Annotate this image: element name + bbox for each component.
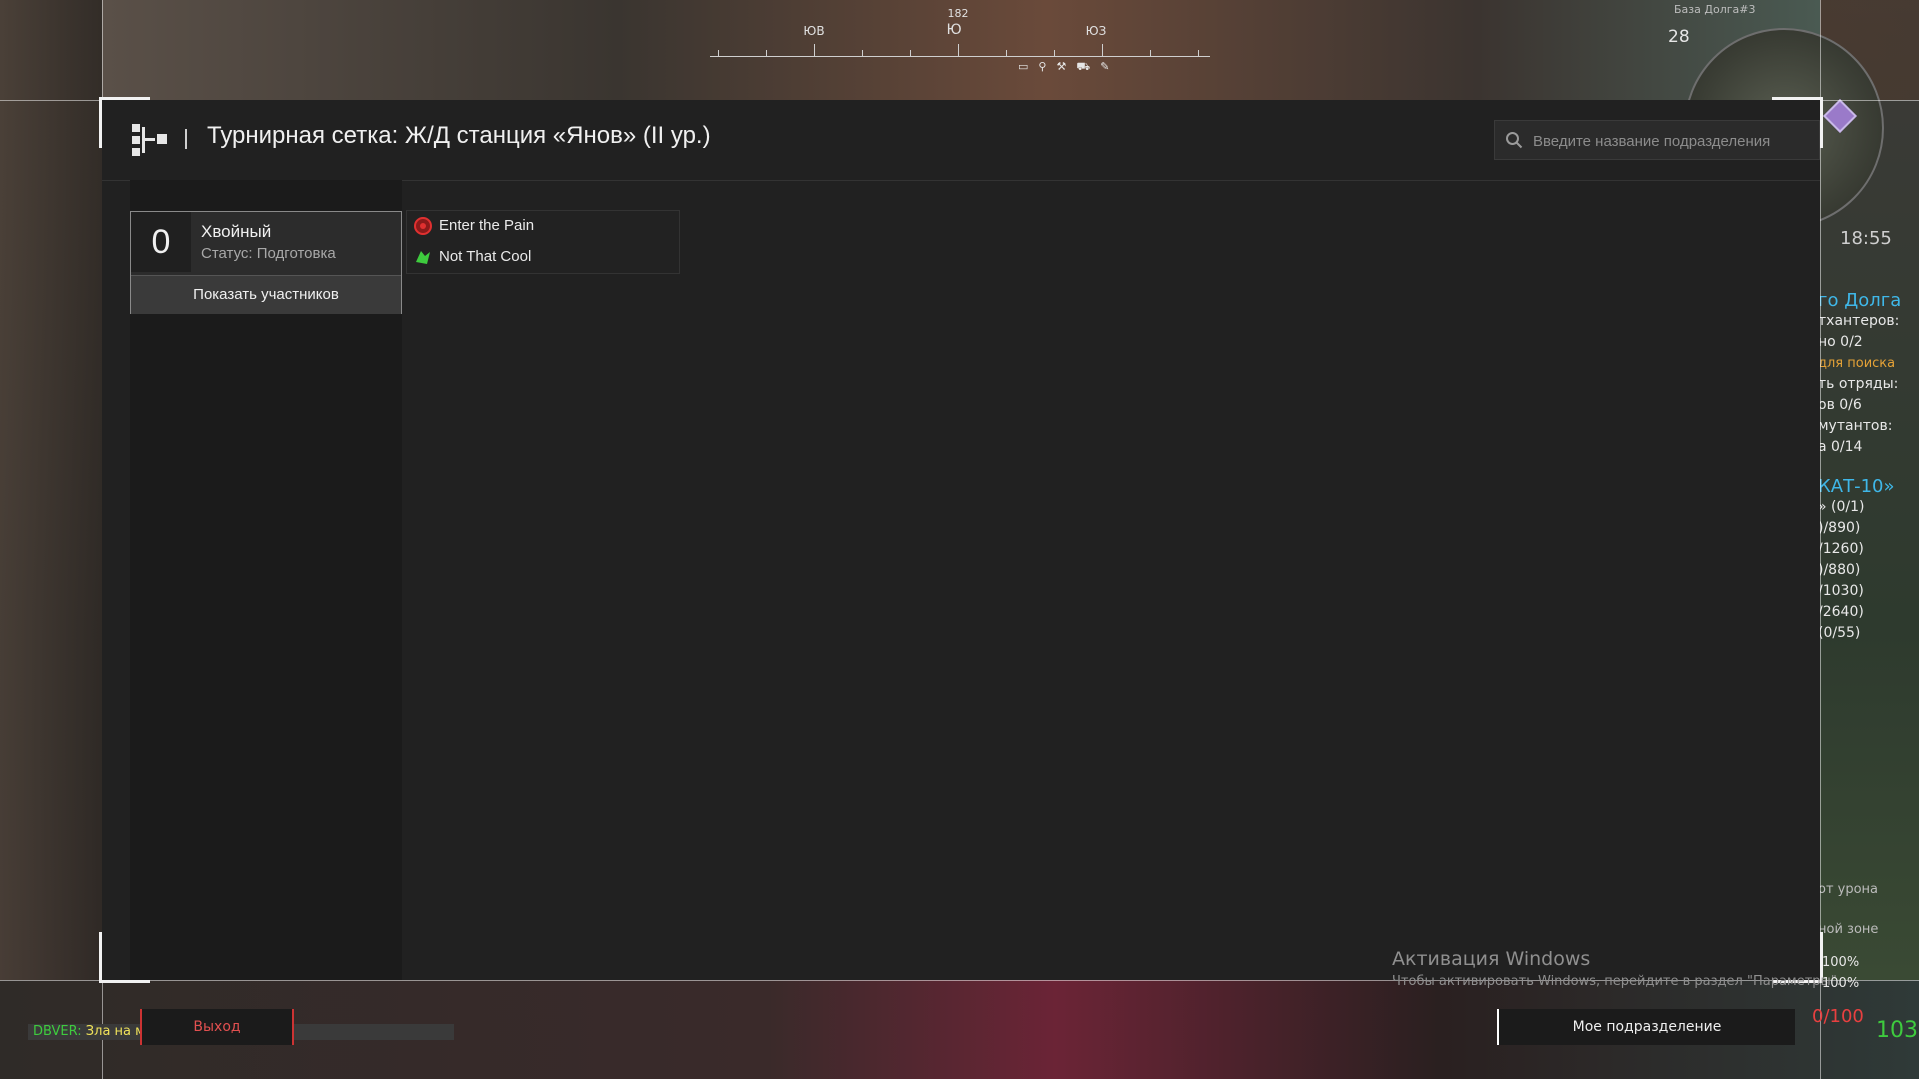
green-emblem-icon: [416, 251, 430, 264]
team-status: Статус: Подготовка: [201, 245, 336, 262]
bracket-team-name: Not That Cool: [439, 248, 532, 265]
quest-line: ов 0/6: [1818, 397, 1862, 413]
minimap-level: 28: [1668, 27, 1690, 47]
compass-tick: [1198, 50, 1199, 57]
background-wall: [0, 0, 102, 1079]
my-unit-button[interactable]: Мое подразделение: [1497, 1009, 1795, 1045]
bracket-team-row[interactable]: Enter the Pain: [407, 211, 679, 241]
tournament-dialog: Турнирная сетка: Ж/Д станция «Янов» (II …: [99, 97, 1823, 983]
health-readout: 0/100: [1812, 1006, 1864, 1027]
compass-tick: [1150, 50, 1151, 57]
dialog-header: Турнирная сетка: Ж/Д станция «Янов» (II …: [102, 100, 1820, 181]
quest-line: тхантеров:: [1818, 313, 1900, 329]
quest-line: ть отряды:: [1818, 376, 1899, 392]
compass-line: [710, 56, 1210, 57]
zone-status: от урона ной зоне: [1818, 870, 1878, 950]
chat-message: DBVER: Зла на м: [33, 1024, 145, 1039]
compass-markers: ▭ ⚲ ⚒ ⛟ ✎: [1018, 60, 1109, 75]
windows-activation-watermark: Активация Windows Чтобы активировать Win…: [1392, 948, 1841, 989]
zone-line: от урона: [1818, 882, 1879, 897]
zone-line: ной зоне: [1818, 922, 1879, 937]
condition-value: 100%: [1822, 955, 1860, 970]
quest-line: /1030): [1818, 583, 1864, 599]
compass-label-s: Ю: [946, 22, 962, 38]
frame-guide: [1820, 0, 1821, 1079]
search-icon: [1506, 132, 1523, 149]
team-name: Хвойный: [201, 222, 272, 241]
bracket-team-row[interactable]: Not That Cool: [407, 242, 679, 272]
quest-title: го Долга: [1818, 290, 1902, 311]
search-input[interactable]: [1531, 121, 1820, 161]
page-title: Турнирная сетка: Ж/Д станция «Янов» (II …: [207, 122, 711, 149]
condition-value: 100%: [1822, 976, 1860, 991]
show-members-button[interactable]: Показать участников: [131, 275, 401, 314]
ammo-readout: 103: [1876, 1018, 1918, 1043]
quest-line: (0/55): [1818, 625, 1861, 641]
chat-author: DBVER:: [33, 1024, 82, 1039]
quest-line: а 0/14: [1818, 439, 1863, 455]
wrench-icon: ⚒: [1056, 60, 1067, 73]
compass-tick: [1054, 50, 1055, 57]
chat-text: Зла на м: [85, 1024, 145, 1039]
search-marker-icon: ⚲: [1038, 60, 1047, 73]
pen-icon: ✎: [1100, 60, 1110, 73]
quest-line: /2640): [1818, 604, 1864, 620]
quest-tracker: го Долга тхантеров: но 0/2 для поиска ть…: [1818, 290, 1919, 644]
house-icon: ▭: [1018, 60, 1029, 73]
quest-line: но 0/2: [1818, 334, 1863, 350]
red-emblem-icon: [414, 217, 432, 235]
quest-line: )/880): [1818, 562, 1861, 578]
compass-tick: [766, 50, 767, 57]
quest-line: мутантов:: [1818, 418, 1893, 434]
quest-line: )/890): [1818, 520, 1861, 536]
compass-bearing: 182: [947, 7, 969, 20]
minimap-location: База Долга#3: [1674, 3, 1756, 16]
quest-line: /1260): [1818, 541, 1864, 557]
compass-tick: [1006, 50, 1007, 57]
bracket-match[interactable]: Enter the Pain Not That Cool: [406, 210, 680, 274]
compass-tick: [862, 50, 863, 57]
quest-line: » (0/1): [1818, 499, 1865, 515]
compass-tick: [958, 44, 959, 57]
game-clock: 18:55: [1840, 228, 1892, 249]
compass-label-se: ЮВ: [803, 24, 825, 38]
team-number: 0: [131, 212, 191, 272]
compass-tick: [814, 44, 815, 57]
compass-tick: [910, 50, 911, 57]
search-box[interactable]: [1494, 120, 1820, 161]
team-card[interactable]: 0 Хвойный Статус: Подготовка Показать уч…: [130, 211, 402, 314]
condition-indicators: 100% 100%: [1822, 952, 1859, 994]
compass-tick: [1102, 44, 1103, 57]
watermark-text: Чтобы активировать Windows, перейдите в …: [1392, 974, 1841, 989]
compass-label-sw: ЮЗ: [1085, 24, 1107, 38]
vehicle-icon: ⛟: [1076, 60, 1091, 73]
exit-button[interactable]: Выход: [140, 1009, 294, 1045]
tournament-bracket-icon: [132, 124, 167, 156]
quest-line: для поиска: [1818, 356, 1896, 371]
quest-title: КАТ-10»: [1818, 476, 1895, 497]
watermark-title: Активация Windows: [1392, 948, 1591, 970]
bracket-team-name: Enter the Pain: [439, 217, 535, 234]
compass: ЮВ 182 Ю ЮЗ ▭ ⚲ ⚒ ⛟ ✎: [710, 6, 1210, 76]
compass-tick: [718, 50, 719, 57]
header-separator: [185, 129, 187, 149]
